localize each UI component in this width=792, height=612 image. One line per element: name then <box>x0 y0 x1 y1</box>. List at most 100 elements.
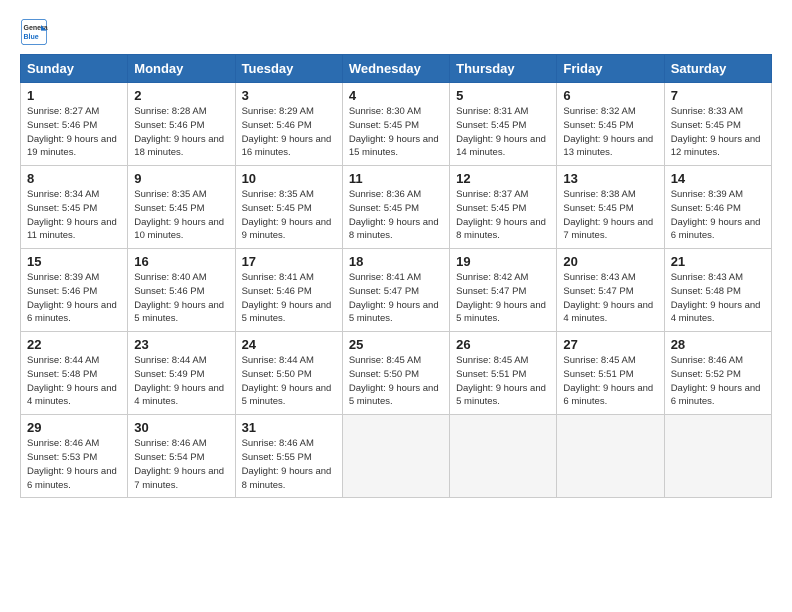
week-row-2: 8 Sunrise: 8:34 AMSunset: 5:45 PMDaylight… <box>21 166 772 249</box>
cell-info: Sunrise: 8:34 AMSunset: 5:45 PMDaylight:… <box>27 188 121 243</box>
cell-info: Sunrise: 8:44 AMSunset: 5:48 PMDaylight:… <box>27 354 121 409</box>
day-number: 22 <box>27 337 121 352</box>
day-number: 12 <box>456 171 550 186</box>
day-number: 14 <box>671 171 765 186</box>
cell-info: Sunrise: 8:37 AMSunset: 5:45 PMDaylight:… <box>456 188 550 243</box>
cell-info: Sunrise: 8:39 AMSunset: 5:46 PMDaylight:… <box>27 271 121 326</box>
day-cell: 27 Sunrise: 8:45 AMSunset: 5:51 PMDayligh… <box>557 332 664 415</box>
day-number: 9 <box>134 171 228 186</box>
day-number: 16 <box>134 254 228 269</box>
cell-info: Sunrise: 8:28 AMSunset: 5:46 PMDaylight:… <box>134 105 228 160</box>
day-cell <box>450 415 557 498</box>
day-cell: 6 Sunrise: 8:32 AMSunset: 5:45 PMDaylight… <box>557 83 664 166</box>
col-header-monday: Monday <box>128 55 235 83</box>
cell-info: Sunrise: 8:35 AMSunset: 5:45 PMDaylight:… <box>134 188 228 243</box>
day-cell: 7 Sunrise: 8:33 AMSunset: 5:45 PMDaylight… <box>664 83 771 166</box>
day-cell: 29 Sunrise: 8:46 AMSunset: 5:53 PMDayligh… <box>21 415 128 498</box>
cell-info: Sunrise: 8:42 AMSunset: 5:47 PMDaylight:… <box>456 271 550 326</box>
cell-info: Sunrise: 8:41 AMSunset: 5:47 PMDaylight:… <box>349 271 443 326</box>
day-cell: 31 Sunrise: 8:46 AMSunset: 5:55 PMDayligh… <box>235 415 342 498</box>
cell-info: Sunrise: 8:39 AMSunset: 5:46 PMDaylight:… <box>671 188 765 243</box>
day-number: 19 <box>456 254 550 269</box>
cell-info: Sunrise: 8:45 AMSunset: 5:50 PMDaylight:… <box>349 354 443 409</box>
week-row-3: 15Sunrise: 8:39 AMSunset: 5:46 PMDayligh… <box>21 249 772 332</box>
day-number: 3 <box>242 88 336 103</box>
calendar: SundayMondayTuesdayWednesdayThursdayFrid… <box>20 54 772 498</box>
day-cell: 17 Sunrise: 8:41 AMSunset: 5:46 PMDayligh… <box>235 249 342 332</box>
day-number: 18 <box>349 254 443 269</box>
logo-icon: General Blue <box>20 18 48 46</box>
week-row-5: 29 Sunrise: 8:46 AMSunset: 5:53 PMDayligh… <box>21 415 772 498</box>
day-number: 31 <box>242 420 336 435</box>
day-number: 27 <box>563 337 657 352</box>
cell-info: Sunrise: 8:46 AMSunset: 5:52 PMDaylight:… <box>671 354 765 409</box>
day-number: 24 <box>242 337 336 352</box>
cell-info: Sunrise: 8:46 AMSunset: 5:53 PMDaylight:… <box>27 437 121 492</box>
cell-info: Sunrise: 8:32 AMSunset: 5:45 PMDaylight:… <box>563 105 657 160</box>
day-cell: 12 Sunrise: 8:37 AMSunset: 5:45 PMDayligh… <box>450 166 557 249</box>
day-cell: 14 Sunrise: 8:39 AMSunset: 5:46 PMDayligh… <box>664 166 771 249</box>
col-header-wednesday: Wednesday <box>342 55 449 83</box>
day-number: 25 <box>349 337 443 352</box>
cell-info: Sunrise: 8:45 AMSunset: 5:51 PMDaylight:… <box>563 354 657 409</box>
day-number: 2 <box>134 88 228 103</box>
cell-info: Sunrise: 8:46 AMSunset: 5:54 PMDaylight:… <box>134 437 228 492</box>
day-number: 10 <box>242 171 336 186</box>
day-cell: 24Sunrise: 8:44 AMSunset: 5:50 PMDayligh… <box>235 332 342 415</box>
day-cell: 25 Sunrise: 8:45 AMSunset: 5:50 PMDayligh… <box>342 332 449 415</box>
day-cell: 30Sunrise: 8:46 AMSunset: 5:54 PMDayligh… <box>128 415 235 498</box>
day-cell: 5Sunrise: 8:31 AMSunset: 5:45 PMDaylight… <box>450 83 557 166</box>
cell-info: Sunrise: 8:33 AMSunset: 5:45 PMDaylight:… <box>671 105 765 160</box>
day-cell: 8 Sunrise: 8:34 AMSunset: 5:45 PMDaylight… <box>21 166 128 249</box>
day-number: 17 <box>242 254 336 269</box>
day-number: 8 <box>27 171 121 186</box>
cell-info: Sunrise: 8:31 AMSunset: 5:45 PMDaylight:… <box>456 105 550 160</box>
cell-info: Sunrise: 8:27 AMSunset: 5:46 PMDaylight:… <box>27 105 121 160</box>
cell-info: Sunrise: 8:38 AMSunset: 5:45 PMDaylight:… <box>563 188 657 243</box>
day-cell: 16Sunrise: 8:40 AMSunset: 5:46 PMDayligh… <box>128 249 235 332</box>
day-number: 11 <box>349 171 443 186</box>
day-cell: 23Sunrise: 8:44 AMSunset: 5:49 PMDayligh… <box>128 332 235 415</box>
svg-text:Blue: Blue <box>24 34 39 41</box>
week-row-4: 22 Sunrise: 8:44 AMSunset: 5:48 PMDayligh… <box>21 332 772 415</box>
day-cell: 19 Sunrise: 8:42 AMSunset: 5:47 PMDayligh… <box>450 249 557 332</box>
day-number: 13 <box>563 171 657 186</box>
day-cell: 3 Sunrise: 8:29 AMSunset: 5:46 PMDaylight… <box>235 83 342 166</box>
day-cell: 10 Sunrise: 8:35 AMSunset: 5:45 PMDayligh… <box>235 166 342 249</box>
day-number: 28 <box>671 337 765 352</box>
day-number: 26 <box>456 337 550 352</box>
col-header-friday: Friday <box>557 55 664 83</box>
logo: General Blue <box>20 18 52 46</box>
day-cell: 22 Sunrise: 8:44 AMSunset: 5:48 PMDayligh… <box>21 332 128 415</box>
day-number: 29 <box>27 420 121 435</box>
day-cell: 2 Sunrise: 8:28 AMSunset: 5:46 PMDaylight… <box>128 83 235 166</box>
cell-info: Sunrise: 8:43 AMSunset: 5:48 PMDaylight:… <box>671 271 765 326</box>
day-cell: 20 Sunrise: 8:43 AMSunset: 5:47 PMDayligh… <box>557 249 664 332</box>
day-cell: 1 Sunrise: 8:27 AMSunset: 5:46 PMDaylight… <box>21 83 128 166</box>
col-header-sunday: Sunday <box>21 55 128 83</box>
day-number: 21 <box>671 254 765 269</box>
day-number: 7 <box>671 88 765 103</box>
day-cell: 18 Sunrise: 8:41 AMSunset: 5:47 PMDayligh… <box>342 249 449 332</box>
cell-info: Sunrise: 8:30 AMSunset: 5:45 PMDaylight:… <box>349 105 443 160</box>
col-header-thursday: Thursday <box>450 55 557 83</box>
col-header-tuesday: Tuesday <box>235 55 342 83</box>
day-cell: 9 Sunrise: 8:35 AMSunset: 5:45 PMDaylight… <box>128 166 235 249</box>
day-cell: 15Sunrise: 8:39 AMSunset: 5:46 PMDayligh… <box>21 249 128 332</box>
cell-info: Sunrise: 8:29 AMSunset: 5:46 PMDaylight:… <box>242 105 336 160</box>
cell-info: Sunrise: 8:43 AMSunset: 5:47 PMDaylight:… <box>563 271 657 326</box>
day-number: 1 <box>27 88 121 103</box>
page: General Blue SundayMondayTuesdayWednesda… <box>0 0 792 612</box>
day-number: 6 <box>563 88 657 103</box>
cell-info: Sunrise: 8:35 AMSunset: 5:45 PMDaylight:… <box>242 188 336 243</box>
col-header-saturday: Saturday <box>664 55 771 83</box>
header: General Blue <box>20 18 772 46</box>
cell-info: Sunrise: 8:41 AMSunset: 5:46 PMDaylight:… <box>242 271 336 326</box>
day-cell: 21 Sunrise: 8:43 AMSunset: 5:48 PMDayligh… <box>664 249 771 332</box>
cell-info: Sunrise: 8:36 AMSunset: 5:45 PMDaylight:… <box>349 188 443 243</box>
day-number: 20 <box>563 254 657 269</box>
cell-info: Sunrise: 8:45 AMSunset: 5:51 PMDaylight:… <box>456 354 550 409</box>
day-cell: 13 Sunrise: 8:38 AMSunset: 5:45 PMDayligh… <box>557 166 664 249</box>
day-cell <box>342 415 449 498</box>
cell-info: Sunrise: 8:46 AMSunset: 5:55 PMDaylight:… <box>242 437 336 492</box>
